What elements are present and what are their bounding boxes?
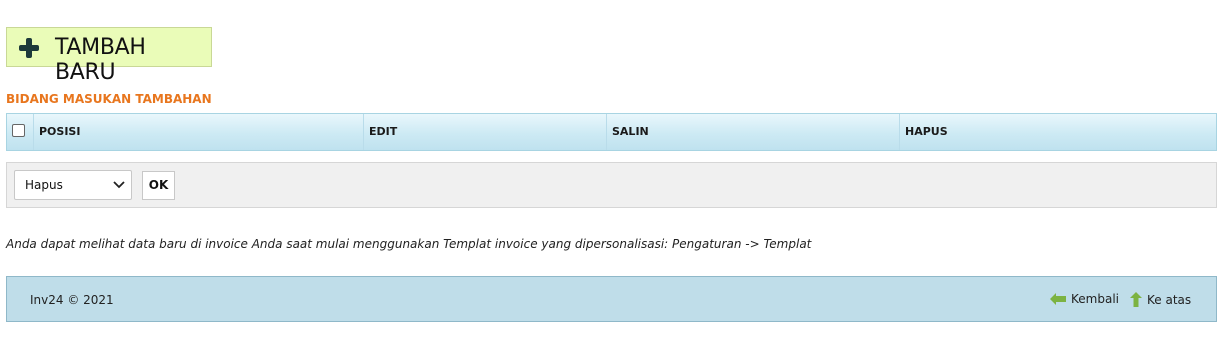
column-header-salin: SALIN <box>606 114 899 150</box>
add-new-button[interactable]: TAMBAH BARU <box>6 27 212 85</box>
bulk-action-bar: Hapus OK <box>6 162 1217 208</box>
back-link[interactable]: Kembali <box>1050 292 1119 306</box>
to-top-link[interactable]: Ke atas <box>1130 292 1191 307</box>
column-header-posisi[interactable]: POSISI <box>33 114 363 150</box>
arrow-left-icon <box>1050 293 1066 305</box>
select-all-checkbox[interactable] <box>12 124 25 137</box>
plus-icon <box>19 38 39 58</box>
footer: Inv24 © 2021 Kembali Ke atas <box>6 276 1217 322</box>
column-header-hapus: HAPUS <box>899 114 1216 150</box>
back-link-label: Kembali <box>1071 292 1119 306</box>
to-top-link-label: Ke atas <box>1147 292 1192 307</box>
arrow-up-icon <box>1130 292 1142 307</box>
bulk-action-selected: Hapus <box>25 178 63 192</box>
column-header-edit: EDIT <box>363 114 606 150</box>
chevron-down-icon <box>113 181 125 189</box>
info-note: Anda dapat melihat data baru di invoice … <box>6 237 812 251</box>
table-header: POSISI EDIT SALIN HAPUS <box>6 113 1217 151</box>
select-all-cell <box>7 114 33 150</box>
copyright: Inv24 © 2021 <box>30 293 114 307</box>
add-new-label: TAMBAH BARU <box>55 35 146 85</box>
ok-button[interactable]: OK <box>142 171 175 200</box>
section-title: BIDANG MASUKAN TAMBAHAN <box>6 92 212 106</box>
bulk-action-select[interactable]: Hapus <box>14 170 132 200</box>
